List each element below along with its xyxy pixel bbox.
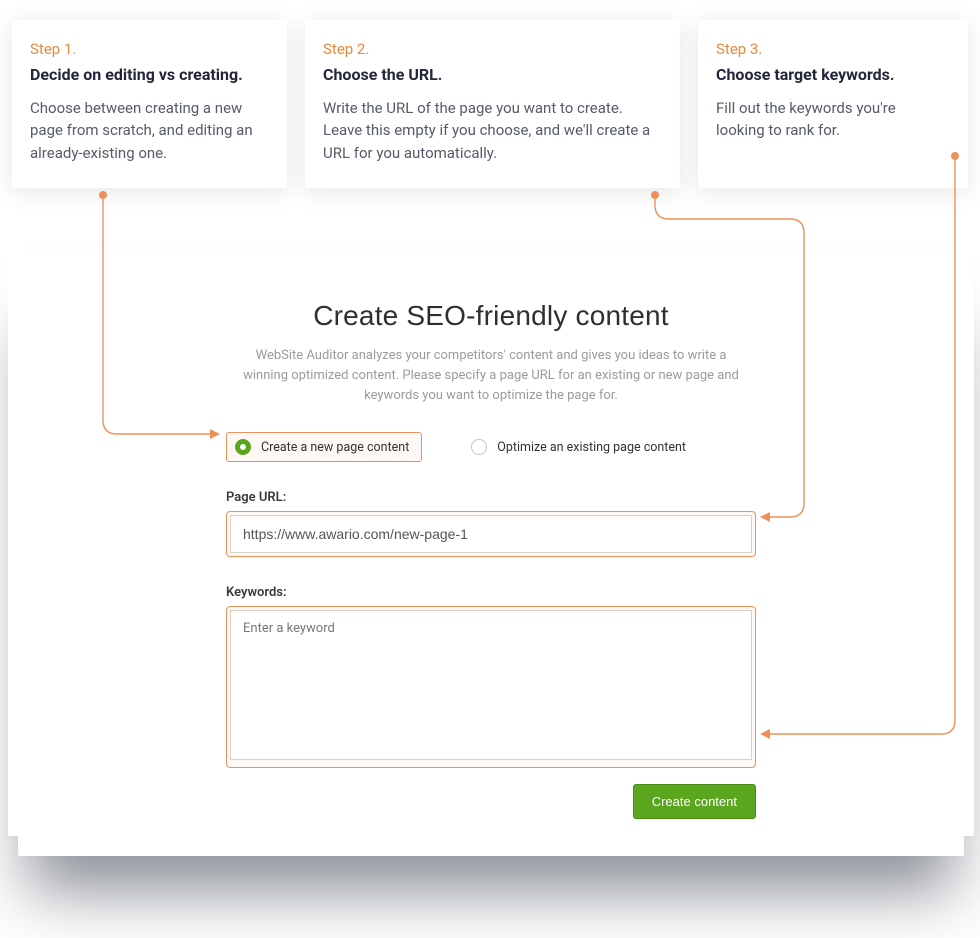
actions-row: Create content: [226, 784, 756, 819]
create-content-panel: Create SEO-friendly content WebSite Audi…: [8, 254, 974, 836]
step-number: Step 3.: [716, 38, 948, 61]
step-title: Choose target keywords.: [716, 63, 948, 87]
radio-optimize-existing[interactable]: Optimize an existing page content: [462, 432, 699, 462]
step-body: Write the URL of the page you want to cr…: [323, 97, 660, 165]
panel-heading: Create SEO-friendly content: [226, 300, 756, 332]
radio-label: Optimize an existing page content: [497, 440, 686, 455]
radio-dot-icon: [235, 439, 251, 455]
steps-row: Step 1. Decide on editing vs creating. C…: [0, 20, 980, 188]
panel-description: WebSite Auditor analyzes your competitor…: [241, 346, 741, 406]
url-label: Page URL:: [226, 490, 756, 505]
step-body: Choose between creating a new page from …: [30, 97, 267, 165]
step-number: Step 2.: [323, 38, 660, 61]
step-title: Choose the URL.: [323, 63, 660, 87]
page-url-input[interactable]: [230, 515, 752, 553]
step-1-card: Step 1. Decide on editing vs creating. C…: [12, 20, 287, 188]
url-highlight: [226, 511, 756, 557]
form: Create SEO-friendly content WebSite Audi…: [226, 300, 756, 819]
mode-radios: Create a new page content Optimize an ex…: [226, 432, 756, 462]
keywords-label: Keywords:: [226, 585, 756, 600]
radio-dot-icon: [471, 439, 487, 455]
create-content-button[interactable]: Create content: [633, 784, 756, 819]
radio-create-new[interactable]: Create a new page content: [226, 432, 422, 462]
step-3-card: Step 3. Choose target keywords. Fill out…: [698, 20, 968, 188]
step-number: Step 1.: [30, 38, 267, 61]
step-2-card: Step 2. Choose the URL. Write the URL of…: [305, 20, 680, 188]
step-title: Decide on editing vs creating.: [30, 63, 267, 87]
step-body: Fill out the keywords you're looking to …: [716, 97, 948, 142]
keywords-input[interactable]: [230, 610, 752, 760]
radio-label: Create a new page content: [261, 440, 409, 455]
keywords-highlight: [226, 606, 756, 768]
